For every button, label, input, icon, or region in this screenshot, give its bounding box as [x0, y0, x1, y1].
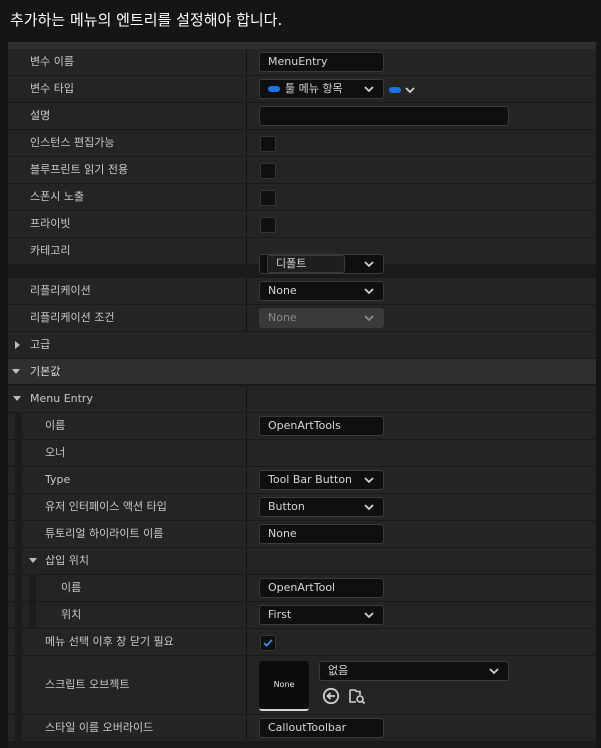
script-object-label: 스크립트 오브젝트	[45, 678, 130, 691]
row-ui-action-type: 유저 인터페이스 액션 타입 Button	[8, 494, 596, 521]
entry-name-label: 이름	[45, 419, 66, 432]
bp-readonly-label: 블루프린트 읽기 전용	[30, 163, 129, 176]
replication-condition-value: None	[268, 311, 297, 324]
row-close-after-selection: 메뉴 선택 이후 창 닫기 필요	[8, 629, 596, 656]
entry-type-dropdown[interactable]: Tool Bar Button	[259, 470, 384, 490]
ui-action-type-value: Button	[268, 500, 305, 513]
description-input[interactable]	[259, 106, 509, 126]
caption: 추가하는 메뉴의 엔트리를 설정해야 합니다.	[0, 0, 601, 42]
ui-action-type-label: 유저 인터페이스 액션 타입	[45, 500, 167, 513]
script-object-value: 없음	[328, 664, 349, 677]
default-section-label: 기본값	[30, 365, 61, 378]
row-instance-editable: 인스턴스 편집가능	[8, 130, 596, 157]
row-style-name-override: 스타일 이름 오버라이드 CalloutToolbar	[8, 715, 596, 742]
variable-type-dropdown[interactable]: 툴 메뉴 항목	[259, 79, 384, 99]
row-tutorial-highlight: 튜토리얼 하이라이트 이름 None	[8, 521, 596, 548]
chevron-down-icon	[405, 87, 415, 94]
chevron-down-icon	[364, 315, 374, 322]
menu-entry-header[interactable]: Menu Entry	[8, 386, 596, 413]
ui-action-type-dropdown[interactable]: Button	[259, 497, 384, 517]
owner-label: 오너	[45, 446, 66, 459]
expose-on-spawn-label: 스폰시 노출	[30, 190, 85, 203]
container-type-dropdown[interactable]	[389, 83, 419, 97]
row-variable-name: 변수 이름 MenuEntry	[8, 49, 596, 76]
chevron-down-icon	[364, 261, 374, 268]
close-after-selection-label: 메뉴 선택 이후 창 닫기 필요	[45, 635, 174, 648]
chevron-down-icon	[489, 668, 499, 675]
replication-condition-label: 리플리케이션 조건	[30, 311, 115, 324]
close-after-selection-checkbox[interactable]	[260, 635, 276, 651]
replication-condition-dropdown: None	[259, 308, 384, 328]
variable-name-input[interactable]: MenuEntry	[259, 52, 384, 72]
chevron-down-icon	[364, 288, 374, 295]
script-object-thumbnail[interactable]: None	[259, 661, 309, 711]
instance-editable-label: 인스턴스 편집가능	[30, 136, 115, 149]
type-color-pill	[268, 86, 280, 92]
tutorial-highlight-label: 튜토리얼 하이라이트 이름	[45, 527, 164, 540]
chevron-down-icon	[364, 86, 374, 93]
insert-position-label: 삽입 위치	[45, 554, 89, 567]
collapse-arrow-icon	[13, 396, 21, 401]
advanced-expander[interactable]: 고급	[8, 332, 596, 359]
checkmark-icon	[263, 639, 273, 647]
instance-editable-checkbox[interactable]	[260, 136, 276, 152]
bp-readonly-checkbox[interactable]	[260, 163, 276, 179]
insert-position-field-label: 위치	[61, 608, 82, 621]
style-name-override-label: 스타일 이름 오버라이드	[45, 721, 154, 734]
script-object-dropdown[interactable]: 없음	[319, 661, 509, 681]
insert-name-input[interactable]: OpenArtTool	[259, 578, 384, 598]
description-label: 설명	[30, 109, 51, 122]
row-private: 프라이빗	[8, 211, 596, 238]
advanced-label: 고급	[30, 338, 51, 351]
variable-section-header[interactable]	[8, 42, 596, 49]
style-name-override-input[interactable]: CalloutToolbar	[259, 718, 384, 738]
private-checkbox[interactable]	[260, 217, 276, 233]
row-insert-position: 위치 First	[8, 602, 596, 629]
insert-position-header[interactable]: 삽입 위치	[8, 548, 596, 575]
expose-on-spawn-checkbox[interactable]	[260, 190, 276, 206]
row-bp-readonly: 블루프린트 읽기 전용	[8, 157, 596, 184]
row-insert-name: 이름 OpenArtTool	[8, 575, 596, 602]
variable-type-label: 변수 타입	[30, 82, 74, 95]
insert-name-label: 이름	[61, 581, 82, 594]
collapse-arrow-icon	[12, 369, 20, 374]
chevron-down-icon	[364, 504, 374, 511]
details-panel: 변수 이름 MenuEntry 변수 타입 툴 메뉴 항목 설명 인스턴스 편집…	[8, 42, 596, 748]
browse-asset-icon[interactable]	[348, 687, 366, 705]
replication-label: 리플리케이션	[30, 284, 91, 297]
row-replication-condition: 리플리케이션 조건 None	[8, 305, 596, 332]
chevron-down-icon	[364, 612, 374, 619]
row-owner: 오너	[8, 440, 596, 467]
category-label: 카테고리	[30, 244, 71, 257]
private-label: 프라이빗	[30, 217, 71, 230]
menu-entry-label: Menu Entry	[30, 392, 93, 405]
row-script-object: 스크립트 오브젝트 None 없음	[8, 656, 596, 715]
replication-value: None	[268, 284, 297, 297]
variable-name-label: 변수 이름	[30, 55, 74, 68]
row-expose-on-spawn: 스폰시 노출	[8, 184, 596, 211]
use-selected-arrow-icon[interactable]	[322, 687, 340, 705]
replication-dropdown[interactable]: None	[259, 281, 384, 301]
entry-type-label: Type	[45, 473, 71, 486]
tutorial-highlight-input[interactable]: None	[259, 524, 384, 544]
script-thumbnail-text: None	[273, 680, 295, 689]
row-category: 카테고리 디폴트	[8, 238, 596, 274]
row-variable-type: 변수 타입 툴 메뉴 항목	[8, 76, 596, 103]
container-type-pill	[389, 87, 401, 93]
default-section-header[interactable]: 기본값	[8, 359, 596, 385]
category-input[interactable]: 디폴트	[267, 255, 345, 273]
row-entry-type: Type Tool Bar Button	[8, 467, 596, 494]
row-replication: 리플리케이션 None	[8, 278, 596, 305]
row-entry-name: 이름 OpenArtTools	[8, 413, 596, 440]
variable-type-value: 툴 메뉴 항목	[285, 82, 343, 95]
entry-type-value: Tool Bar Button	[268, 473, 353, 486]
expand-arrow-icon	[15, 341, 20, 349]
chevron-down-icon	[364, 477, 374, 484]
row-description: 설명	[8, 103, 596, 130]
insert-position-value: First	[268, 608, 292, 621]
collapse-arrow-icon	[29, 558, 37, 563]
insert-position-dropdown[interactable]: First	[259, 605, 384, 625]
entry-name-input[interactable]: OpenArtTools	[259, 416, 384, 436]
